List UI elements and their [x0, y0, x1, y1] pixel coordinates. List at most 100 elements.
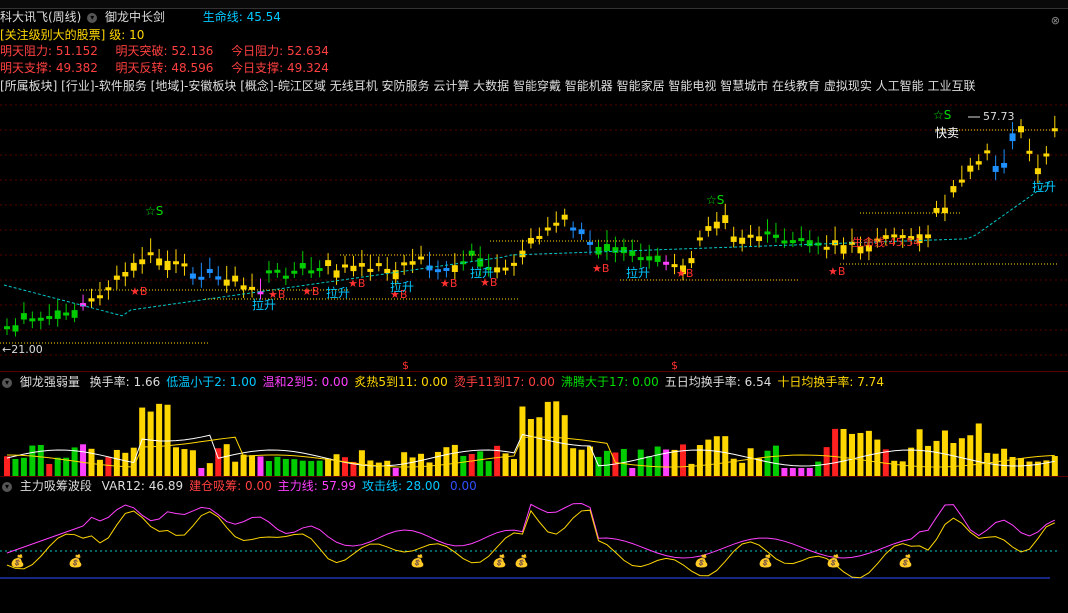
candle-body [113, 275, 120, 280]
candle-body [409, 261, 416, 265]
today-resistance-label: 今日阻力: [231, 44, 284, 58]
candle-body [696, 237, 703, 241]
p2-label-7: 十日均换手率: [777, 375, 858, 389]
p2-label-5: 沸腾大于17: [560, 375, 633, 389]
volume-panel-name[interactable]: 御龙强弱量 [20, 375, 80, 389]
turnover-bar [933, 440, 940, 476]
tomorrow-reversal-label: 明天反转: [115, 61, 168, 75]
turnover-bar [967, 435, 974, 476]
candle-body [536, 235, 543, 239]
turnover-bar [257, 456, 264, 476]
candle-body [342, 264, 348, 268]
dropdown-icon[interactable]: ▾ [2, 377, 12, 388]
candle-body [544, 227, 551, 231]
today-support-label: 今日支撑: [231, 61, 284, 75]
candle-body [663, 261, 670, 265]
candle-body [629, 250, 636, 256]
accumulation-line-chart[interactable]: 💰 💰 💰 💰 💰 💰 💰 💰 💰 [0, 493, 1068, 613]
candle-body [325, 260, 332, 267]
turnover-bar [392, 468, 399, 476]
dropdown-icon[interactable]: ▾ [87, 12, 98, 23]
fast-sell-label: 快卖 [935, 126, 959, 140]
candle-body [730, 236, 737, 242]
p2-label-3: 炙热5到11: [354, 375, 422, 389]
turnover-bar-chart[interactable] [0, 388, 1068, 478]
turnover-bar [485, 461, 492, 476]
candle-body [646, 256, 653, 261]
p2-item-0: 换手率: 1.66 [90, 375, 161, 389]
candle-body [401, 262, 408, 266]
candle-body [705, 226, 712, 231]
turnover-bar [570, 448, 577, 476]
dollar-marker: $ [671, 359, 678, 370]
candle-body [206, 269, 213, 273]
turnover-bar [832, 428, 839, 476]
turnover-bar [553, 401, 560, 476]
candle-body [958, 179, 965, 183]
today-resistance-value: 52.634 [286, 44, 329, 58]
p2-value-4: 0.00 [528, 375, 555, 389]
p2-item-5: 沸腾大于17: 0.00 [561, 375, 659, 389]
p2-value-3: 0.00 [421, 375, 448, 389]
turnover-bar [891, 460, 898, 476]
chart-header: 科大讯飞(周线) ▾ 御龙中长剑 生命线: 45.54 [0, 8, 281, 26]
candle-body [130, 262, 137, 271]
candle-body [570, 227, 577, 231]
turnover-bar [426, 462, 433, 476]
candle-body [156, 258, 163, 266]
candle-body [189, 273, 196, 279]
turnover-bar [4, 456, 10, 476]
turnover-bar [37, 445, 44, 476]
turnover-bar [1001, 448, 1008, 476]
turnover-bar [105, 457, 112, 476]
star-s-marker: ☆S [706, 193, 724, 207]
candle-body [1026, 150, 1033, 154]
p3-item-0: VAR12: 46.89 [102, 479, 183, 493]
close-icon[interactable]: ⊗ [1051, 14, 1060, 27]
turnover-bar [189, 450, 196, 476]
money-bag-icon: 💰 [826, 554, 841, 568]
indicator-name[interactable]: 御龙中长剑 [105, 10, 165, 24]
p3-item-1: 建仓吸筹: 0.00 [189, 479, 272, 493]
dollar-marker: $ [402, 359, 409, 370]
candle-body [941, 207, 948, 214]
turnover-bar [815, 461, 822, 476]
p2-item-3: 炙热5到11: 0.00 [354, 375, 447, 389]
star-b-marker: ★B [348, 277, 365, 290]
p3-value-2: 57.99 [321, 479, 356, 493]
p3-value-3: 28.00 [405, 479, 441, 493]
high-price-label: 57.73 [983, 110, 1015, 123]
life-line-tag: 生命线:45.54 [852, 235, 920, 249]
candlestick-chart[interactable]: ☆S☆S☆S★B ★B ★B★B★B★B ★B★B ★B ★B拉升拉升 拉升拉升 拉升拉升快卖… [0, 95, 1068, 370]
turnover-bar [536, 417, 543, 476]
turnover-bar [899, 461, 906, 476]
candle-body [350, 265, 357, 272]
candle-body [37, 317, 44, 321]
candle-body [20, 313, 27, 320]
candle-body [164, 260, 171, 271]
money-bag-icon: 💰 [10, 554, 25, 568]
p3-label-2: 主力线: [277, 479, 322, 493]
candle-body [173, 261, 179, 265]
candle-body [789, 240, 796, 244]
accum-panel-name[interactable]: 主力吸筹波段 [20, 479, 92, 493]
turnover-bar [975, 423, 982, 476]
turnover-bar [477, 451, 484, 476]
turnover-bar [840, 428, 847, 476]
candle-body [367, 268, 374, 272]
candle-body [358, 263, 365, 267]
turnover-bar [122, 452, 129, 476]
life-line-label: 生命线: [202, 10, 243, 24]
turnover-bar [232, 461, 239, 476]
dropdown-icon[interactable]: ▾ [2, 481, 12, 492]
panel-divider [0, 371, 1068, 372]
stock-title[interactable]: 科大讯飞(周线) [0, 10, 81, 24]
candle-body [147, 252, 154, 256]
money-bag-icon: 💰 [68, 554, 83, 568]
candle-body [63, 312, 70, 316]
pull-up-label: 拉升 [390, 279, 414, 294]
turnover-bar [80, 444, 87, 476]
turnover-bar [434, 451, 441, 476]
candle-body [375, 263, 382, 267]
turnover-bar [747, 448, 754, 476]
